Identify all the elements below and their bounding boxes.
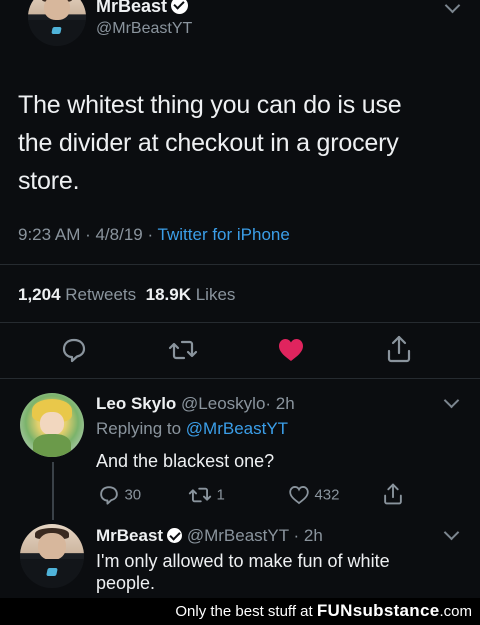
thread-line <box>52 462 54 520</box>
retweets-count: 1,204 <box>18 285 61 304</box>
tweet-text-line-3: store. <box>18 167 80 195</box>
tweet-timestamp[interactable]: 9:23 AM · 4/8/19 · <box>18 225 158 244</box>
tweet-text: The whitest thing you can do is use the … <box>18 86 402 200</box>
mrbeast-reply-avatar[interactable] <box>20 524 84 588</box>
retweet-icon <box>188 487 212 503</box>
retweet-button[interactable] <box>168 336 198 364</box>
reply2-author-name[interactable]: MrBeast <box>96 526 163 545</box>
likes-count: 18.9K <box>145 285 191 304</box>
reply1-text: And the blackest one? <box>96 451 275 471</box>
reply-button[interactable] <box>60 336 88 364</box>
share-icon <box>387 335 411 363</box>
divider <box>0 322 480 323</box>
author-name-text: MrBeast <box>96 0 168 16</box>
retweets-stat[interactable]: 1,204 Retweets <box>18 285 136 304</box>
watermark-tagline: Only the best stuff at <box>175 603 313 620</box>
leo-skylo-avatar[interactable] <box>20 393 84 457</box>
reply2-header: MrBeast @MrBeastYT · 2h <box>96 526 323 546</box>
tweet-stats: 1,204 Retweets 18.9K Likes <box>18 285 235 305</box>
retweets-label: Retweets <box>65 285 137 304</box>
heart-icon <box>279 339 303 361</box>
reply1-retweet-count: 1 <box>216 486 225 504</box>
reply2-text: I'm only allowed to make fun of white pe… <box>96 550 390 594</box>
verified-badge-icon <box>167 528 183 543</box>
reply2-handle[interactable]: @MrBeastYT <box>187 526 289 545</box>
mrbeast-avatar[interactable] <box>28 0 86 46</box>
reply1-time: · 2h <box>265 394 295 413</box>
tweet-text-line-2: the divider at checkout in a grocery <box>18 129 399 157</box>
divider <box>0 264 480 265</box>
chevron-down-icon[interactable] <box>443 392 460 409</box>
likes-label: Likes <box>195 285 236 304</box>
reply2-time: · 2h <box>293 526 323 545</box>
chevron-down-icon[interactable] <box>443 524 460 541</box>
retweet-icon <box>168 340 198 360</box>
reply1-author-name[interactable]: Leo Skylo <box>96 394 176 413</box>
reply1-like-button[interactable]: 432 <box>288 484 339 506</box>
divider <box>0 378 480 379</box>
reply1-reply-count: 30 <box>124 486 142 504</box>
tweet-source-link[interactable]: Twitter for iPhone <box>158 225 290 244</box>
like-button[interactable] <box>276 336 306 364</box>
heart-icon <box>289 486 309 505</box>
tweet-text-line-1: The whitest thing you can do is use <box>18 91 402 119</box>
watermark-brand: FUNsubstance <box>316 601 440 620</box>
reply1-like-count: 432 <box>314 486 340 504</box>
reply2-text-line-1: I'm only allowed to make fun of white <box>96 551 390 571</box>
author-name[interactable]: MrBeast <box>96 0 189 16</box>
reply1-replying-to: Replying to @MrBeastYT <box>96 419 288 439</box>
share-icon <box>384 483 402 505</box>
watermark-brand-suffix: .com <box>439 603 472 620</box>
reply1-share-button[interactable] <box>382 482 404 506</box>
reply1-header: Leo Skylo @Leoskylo· 2h <box>96 394 295 414</box>
author-handle[interactable]: @MrBeastYT <box>96 19 192 39</box>
reply1-handle[interactable]: @Leoskylo <box>181 394 265 413</box>
reply2-text-line-2: people. <box>96 573 156 593</box>
replying-to-label: Replying to <box>96 419 186 438</box>
replying-to-handle[interactable]: @MrBeastYT <box>186 419 288 438</box>
tweet-meta: 9:23 AM · 4/8/19 · Twitter for iPhone <box>18 225 290 245</box>
reply1-reply-button[interactable]: 30 <box>98 484 141 506</box>
reply-icon <box>62 338 86 363</box>
likes-stat[interactable]: 18.9K Likes <box>146 285 236 304</box>
verified-badge-icon <box>171 0 189 14</box>
reply-icon <box>100 486 118 505</box>
chevron-down-icon[interactable] <box>444 0 461 14</box>
watermark-text: Only the best stuff at FUNsubstance.com <box>175 602 472 621</box>
reply1-retweet-button[interactable]: 1 <box>188 484 225 506</box>
share-button[interactable] <box>385 334 413 364</box>
watermark-footer: Only the best stuff at FUNsubstance.com <box>0 598 480 625</box>
